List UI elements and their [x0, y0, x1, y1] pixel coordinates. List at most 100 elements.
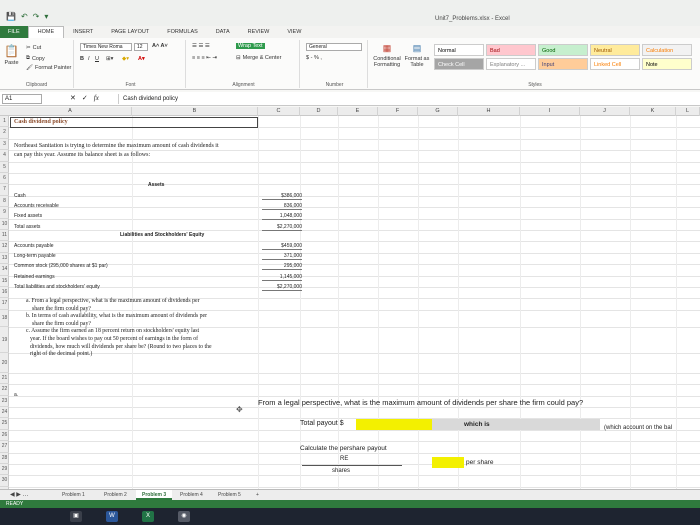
cell-style-explanatory[interactable]: Explanatory ... [486, 58, 536, 70]
align-top-icon[interactable]: ☰ ☰ ☰ [192, 43, 210, 49]
currency-icon[interactable]: $ - % , [306, 55, 322, 61]
align-left-icon[interactable]: ≡ ≡ ≡ ⇤ ⇥ [192, 55, 217, 61]
italic-button[interactable]: I [88, 56, 90, 62]
borders-icon[interactable]: ⊞▾ [106, 56, 113, 62]
column-header[interactable]: L [676, 107, 700, 116]
column-header[interactable]: D [300, 107, 338, 116]
font-color-icon[interactable]: A▾ [138, 56, 145, 62]
which-is-cell[interactable] [432, 419, 600, 430]
conditional-formatting-button[interactable]: ▦ Conditional Formatting [372, 43, 402, 68]
sheet-tab[interactable]: Problem 3 [136, 490, 173, 500]
new-sheet-button[interactable]: + [250, 490, 265, 500]
tab-scroll-icons[interactable]: ◀ ▶ … [4, 490, 35, 500]
row-header[interactable]: 7 [0, 184, 9, 196]
row-header[interactable]: 8 [0, 196, 9, 208]
row-header[interactable]: 27 [0, 441, 9, 453]
column-header[interactable]: A [9, 107, 132, 116]
insert-function-icon[interactable]: fx [94, 94, 99, 102]
number-format-dropdown[interactable]: General [306, 43, 362, 51]
cell-style-normal[interactable]: Normal [434, 44, 484, 56]
file-explorer-icon[interactable]: ▣ [70, 511, 82, 522]
row-header[interactable]: 9 [0, 207, 9, 219]
row-header[interactable]: 20 [0, 353, 9, 373]
bold-button[interactable]: B [80, 56, 84, 62]
column-header[interactable]: I [520, 107, 580, 116]
row-header[interactable]: 4 [0, 150, 9, 162]
cell-style-check-cell[interactable]: Check Cell [434, 58, 484, 70]
tab-home[interactable]: Home [27, 26, 65, 38]
row-header[interactable]: 18 [0, 310, 9, 327]
paste-button[interactable]: 📋 Paste [4, 44, 19, 66]
fill-color-icon[interactable]: ◆▾ [122, 56, 129, 62]
tab-insert[interactable]: Insert [64, 29, 102, 35]
row-header[interactable]: 13 [0, 253, 9, 265]
column-header[interactable]: G [418, 107, 458, 116]
row-header[interactable]: 14 [0, 264, 9, 276]
row-header[interactable]: 25 [0, 418, 9, 430]
format-painter-button[interactable]: 🖌 Format Painter [26, 65, 71, 71]
row-header[interactable]: 11 [0, 230, 9, 242]
row-header[interactable]: 16 [0, 287, 9, 299]
tab-formulas[interactable]: Formulas [158, 29, 207, 35]
row-header[interactable]: 29 [0, 464, 9, 476]
column-header[interactable]: C [258, 107, 300, 116]
cell-style-note[interactable]: Note [642, 58, 692, 70]
row-header[interactable]: 1 [0, 116, 9, 128]
merge-center-button[interactable]: ⊟ Merge & Center [236, 55, 281, 61]
name-box[interactable]: A1 [2, 94, 42, 104]
cell-style-bad[interactable]: Bad [486, 44, 536, 56]
row-header[interactable]: 26 [0, 430, 9, 442]
column-header[interactable]: F [378, 107, 418, 116]
underline-button[interactable]: U [95, 56, 99, 62]
column-header[interactable]: E [338, 107, 378, 116]
app-icon[interactable]: ◉ [178, 511, 190, 522]
enter-icon[interactable]: ✓ [82, 94, 88, 102]
save-icon[interactable]: 💾 [6, 12, 16, 21]
undo-icon[interactable]: ↶ [21, 12, 28, 21]
copy-button[interactable]: ⧉ Copy [26, 55, 45, 62]
row-header[interactable]: 17 [0, 298, 9, 310]
row-header[interactable]: 12 [0, 241, 9, 253]
row-header[interactable]: 15 [0, 276, 9, 287]
cell-style-input[interactable]: Input [538, 58, 588, 70]
row-header[interactable]: 28 [0, 453, 9, 464]
column-header[interactable]: K [630, 107, 676, 116]
row-header[interactable]: 30 [0, 475, 9, 487]
word-icon[interactable]: W [106, 511, 118, 522]
sheet-tab[interactable]: Problem 5 [212, 490, 247, 500]
row-header[interactable]: 19 [0, 327, 9, 353]
sheet-tab[interactable]: Problem 4 [174, 490, 209, 500]
worksheet-grid[interactable]: ABCDEFGHIJKL 1 2 3 4 5 6 7 8 9 10 11 12 13 14 15 16 17 18… [0, 107, 700, 489]
row-header[interactable]: 5 [0, 162, 9, 173]
tab-page-layout[interactable]: Page Layout [102, 29, 158, 35]
per-share-input[interactable] [432, 457, 464, 468]
wrap-text-button[interactable]: Wrap Text [236, 43, 265, 49]
cell-style-neutral[interactable]: Neutral [590, 44, 640, 56]
tab-data[interactable]: Data [207, 29, 239, 35]
redo-icon[interactable]: ↷ [33, 12, 40, 21]
excel-icon[interactable]: X [142, 511, 154, 522]
cell-style-good[interactable]: Good [538, 44, 588, 56]
row-header[interactable]: 21 [0, 373, 9, 385]
row-header[interactable]: 24 [0, 407, 9, 419]
sheet-tab[interactable]: Problem 2 [98, 490, 133, 500]
cell-style-calculation[interactable]: Calculation [642, 44, 692, 56]
cell-style-linked-cell[interactable]: Linked Cell [590, 58, 640, 70]
row-header[interactable]: 23 [0, 396, 9, 407]
sheet-tab[interactable]: Problem 1 [56, 490, 91, 500]
formula-input[interactable]: Cash dividend policy [118, 94, 688, 104]
column-header[interactable]: H [458, 107, 520, 116]
row-header[interactable]: 6 [0, 173, 9, 185]
tab-review[interactable]: Review [239, 29, 279, 35]
row-header[interactable]: 22 [0, 384, 9, 396]
row-header[interactable]: 3 [0, 139, 9, 151]
tab-file[interactable]: File [0, 26, 28, 38]
column-header[interactable]: B [132, 107, 258, 116]
customize-toolbar-icon[interactable]: ▾ [44, 12, 48, 21]
total-payout-input[interactable] [356, 419, 432, 430]
font-size-dropdown[interactable]: 12 [134, 43, 148, 51]
grow-font-icon[interactable]: A˄ A˅ [152, 43, 168, 49]
format-as-table-button[interactable]: ▤ Format as Table [404, 43, 430, 68]
column-header[interactable]: J [580, 107, 630, 116]
cut-button[interactable]: ✂ Cut [26, 45, 41, 51]
